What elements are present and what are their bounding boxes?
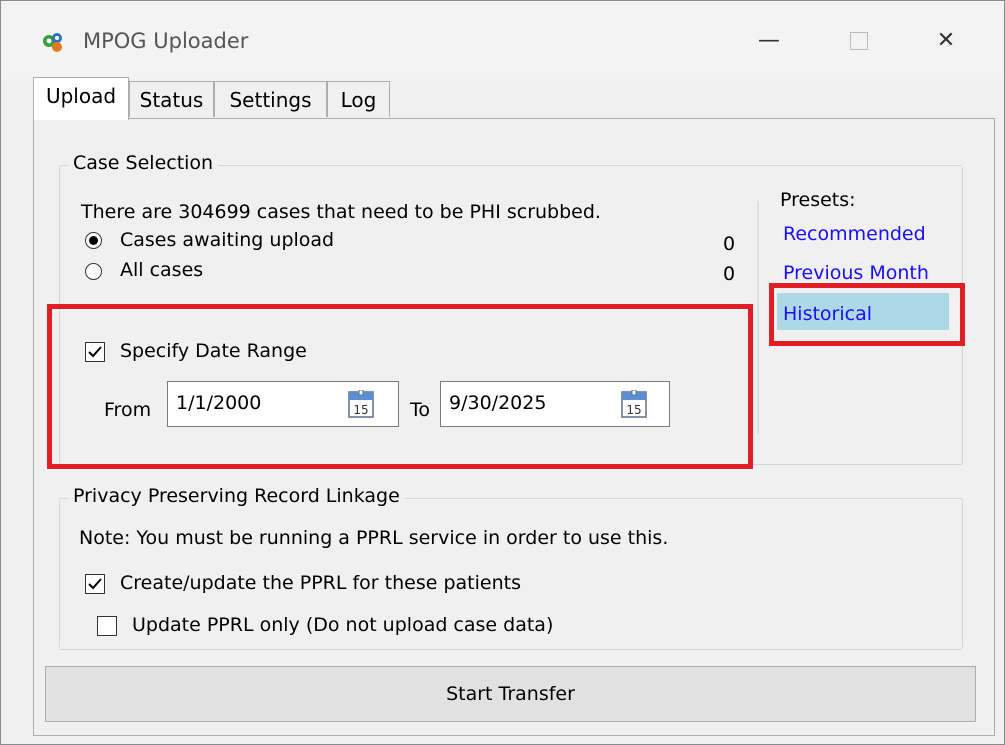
tab-log[interactable]: Log (327, 81, 390, 117)
tab-settings[interactable]: Settings (214, 81, 327, 117)
maximize-icon (850, 32, 868, 50)
app-logo-icon (43, 33, 62, 52)
presets-divider (757, 201, 759, 434)
update-pprl-only-label: Update PPRL only (Do not upload case dat… (132, 614, 554, 636)
cases-awaiting-upload-label: Cases awaiting upload (120, 229, 335, 251)
create-update-pprl-checkbox[interactable] (85, 574, 105, 594)
radio-all-cases[interactable] (85, 263, 102, 280)
pprl-note: Note: You must be running a PPRL service… (79, 527, 669, 549)
date-range-annotation-box (47, 304, 753, 469)
historical-annotation-box (769, 283, 965, 346)
presets-label: Presets: (780, 189, 856, 211)
radio-cases-awaiting-upload[interactable] (85, 232, 102, 249)
all-cases-label: All cases (120, 259, 204, 281)
window-title: MPOG Uploader (83, 29, 249, 53)
minimize-button[interactable]: — (746, 21, 792, 61)
tab-status[interactable]: Status (129, 81, 214, 117)
tab-upload[interactable]: Upload (33, 77, 129, 120)
close-button[interactable]: ✕ (923, 21, 969, 61)
title-bar: MPOG Uploader — ✕ (1, 1, 1004, 79)
update-pprl-only-checkbox[interactable] (97, 616, 117, 636)
checkmark-icon (88, 578, 102, 590)
close-icon: ✕ (936, 28, 956, 53)
preset-recommended-link[interactable]: Recommended (783, 223, 926, 245)
create-update-pprl-label: Create/update the PPRL for these patient… (120, 572, 521, 594)
preset-previous-month-link[interactable]: Previous Month (783, 262, 929, 284)
cases-awaiting-upload-count: 0 (723, 233, 736, 255)
uploader-window: MPOG Uploader — ✕ Upload Status Settings… (0, 0, 1005, 745)
maximize-button[interactable] (836, 21, 882, 61)
start-transfer-button[interactable]: Start Transfer (45, 666, 976, 722)
case-selection-caption: Case Selection (68, 152, 219, 174)
cases-summary-text: There are 304699 cases that need to be P… (81, 201, 601, 223)
pprl-caption: Privacy Preserving Record Linkage (68, 485, 405, 507)
all-cases-count: 0 (723, 263, 736, 285)
minimize-icon: — (758, 28, 780, 53)
